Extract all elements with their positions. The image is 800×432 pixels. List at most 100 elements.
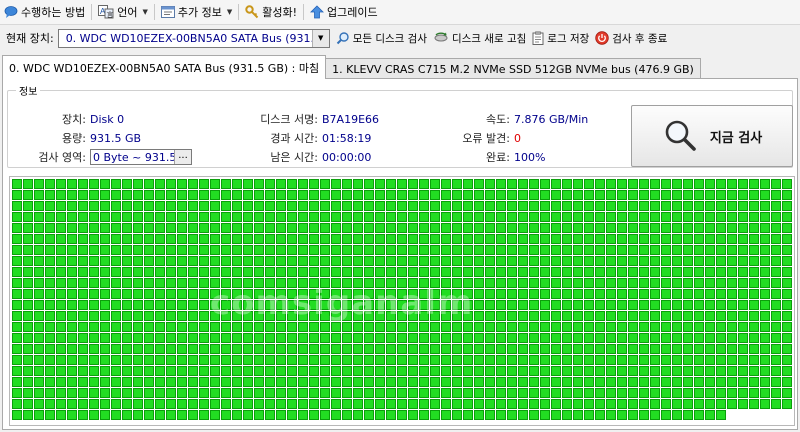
sector-block <box>23 366 33 376</box>
scan-area-field[interactable]: 0 Byte ~ 931.5 GB ... <box>90 149 192 165</box>
sector-block <box>353 212 363 222</box>
sector-block <box>210 278 220 288</box>
sector-block <box>474 289 484 299</box>
sector-block <box>188 190 198 200</box>
sector-block <box>617 245 627 255</box>
sector-block <box>243 245 253 255</box>
chevron-down-icon[interactable]: ▼ <box>311 29 329 47</box>
sector-block <box>573 212 583 222</box>
sector-block <box>331 256 341 266</box>
sector-block <box>474 355 484 365</box>
sector-block <box>507 256 517 266</box>
sector-grid <box>12 179 792 420</box>
sector-block <box>23 179 33 189</box>
sector-block <box>221 355 231 365</box>
sector-block <box>617 410 627 420</box>
tab-disk-0[interactable]: 0. WDC WD10EZEX-00BN5A0 SATA Bus (931.5 … <box>2 55 327 79</box>
sector-block <box>221 289 231 299</box>
sector-block <box>254 267 264 277</box>
drive-select[interactable]: 0. WDC WD10EZEX-00BN5A0 SATA Bus (931.5 … <box>57 28 330 48</box>
sector-block <box>210 190 220 200</box>
menu-more-info[interactable]: 추가 정보 ▼ <box>157 2 236 22</box>
sector-block <box>595 410 605 420</box>
sector-block <box>452 410 462 420</box>
sector-block <box>188 333 198 343</box>
sector-block <box>67 278 77 288</box>
sector-block <box>749 278 759 288</box>
sector-block <box>584 333 594 343</box>
menu-separator <box>153 4 155 20</box>
sector-block <box>408 388 418 398</box>
sector-block <box>243 388 253 398</box>
sector-block <box>628 179 638 189</box>
sector-block <box>166 377 176 387</box>
sector-block <box>474 223 484 233</box>
sector-block <box>551 388 561 398</box>
sector-block <box>760 322 770 332</box>
sector-block <box>760 399 770 409</box>
menu-activate[interactable]: 활성화! <box>241 2 301 22</box>
sector-block <box>144 399 154 409</box>
sector-block <box>705 377 715 387</box>
sector-block <box>133 300 143 310</box>
sector-block <box>122 289 132 299</box>
sector-block <box>56 256 66 266</box>
sector-block <box>551 223 561 233</box>
sector-block <box>650 377 660 387</box>
sector-block <box>309 190 319 200</box>
sector-block <box>771 201 781 211</box>
menu-how-to[interactable]: 수행하는 방법 <box>0 2 89 22</box>
sector-block <box>474 322 484 332</box>
shutdown-after-scan-button[interactable]: 검사 후 종료 <box>595 31 667 46</box>
sector-block <box>507 289 517 299</box>
sector-block <box>738 377 748 387</box>
menu-language-label: 언어 <box>117 6 138 19</box>
sector-block <box>353 245 363 255</box>
sector-block <box>78 278 88 288</box>
sector-block <box>474 410 484 420</box>
sector-block <box>782 289 792 299</box>
sector-block <box>265 245 275 255</box>
menu-language[interactable]: A 言 언어 ▼ <box>94 2 152 22</box>
sector-block <box>485 366 495 376</box>
sector-block <box>133 333 143 343</box>
sector-block <box>639 355 649 365</box>
scan-area-browse-button[interactable]: ... <box>174 150 191 164</box>
sector-block <box>430 201 440 211</box>
sector-block <box>320 212 330 222</box>
sector-block <box>496 190 506 200</box>
sector-block <box>331 278 341 288</box>
sector-block <box>56 190 66 200</box>
sector-block <box>386 267 396 277</box>
sector-block <box>661 245 671 255</box>
sector-block <box>694 245 704 255</box>
sector-block <box>452 355 462 365</box>
sector-block <box>45 410 55 420</box>
elapsed-row: 경과 시간: 01:58:19 <box>234 130 371 146</box>
sector-block <box>573 278 583 288</box>
scan-all-disks-button[interactable]: 모든 디스크 검사 <box>336 31 427 46</box>
menu-upgrade[interactable]: 업그레이드 <box>306 2 382 22</box>
sector-block <box>397 289 407 299</box>
sector-block <box>672 179 682 189</box>
sector-block <box>430 322 440 332</box>
sector-block <box>89 410 99 420</box>
sector-block <box>727 190 737 200</box>
save-log-button[interactable]: 로그 저장 <box>532 31 589 46</box>
sector-block <box>56 399 66 409</box>
sector-block <box>727 366 737 376</box>
sector-block <box>782 256 792 266</box>
refresh-disks-button[interactable]: 디스크 새로 고침 <box>433 31 526 46</box>
sector-block <box>496 289 506 299</box>
tab-disk-1[interactable]: 1. KLEVV CRAS C715 M.2 NVMe SSD 512GB NV… <box>325 58 701 79</box>
sector-block <box>375 267 385 277</box>
sector-block <box>287 278 297 288</box>
sector-block <box>166 289 176 299</box>
device-value: Disk 0 <box>90 112 125 126</box>
sector-block <box>595 212 605 222</box>
sector-block <box>672 256 682 266</box>
sector-block <box>133 355 143 365</box>
scan-now-button[interactable]: 지금 검사 <box>631 105 793 167</box>
sector-block <box>78 322 88 332</box>
sector-block <box>540 278 550 288</box>
